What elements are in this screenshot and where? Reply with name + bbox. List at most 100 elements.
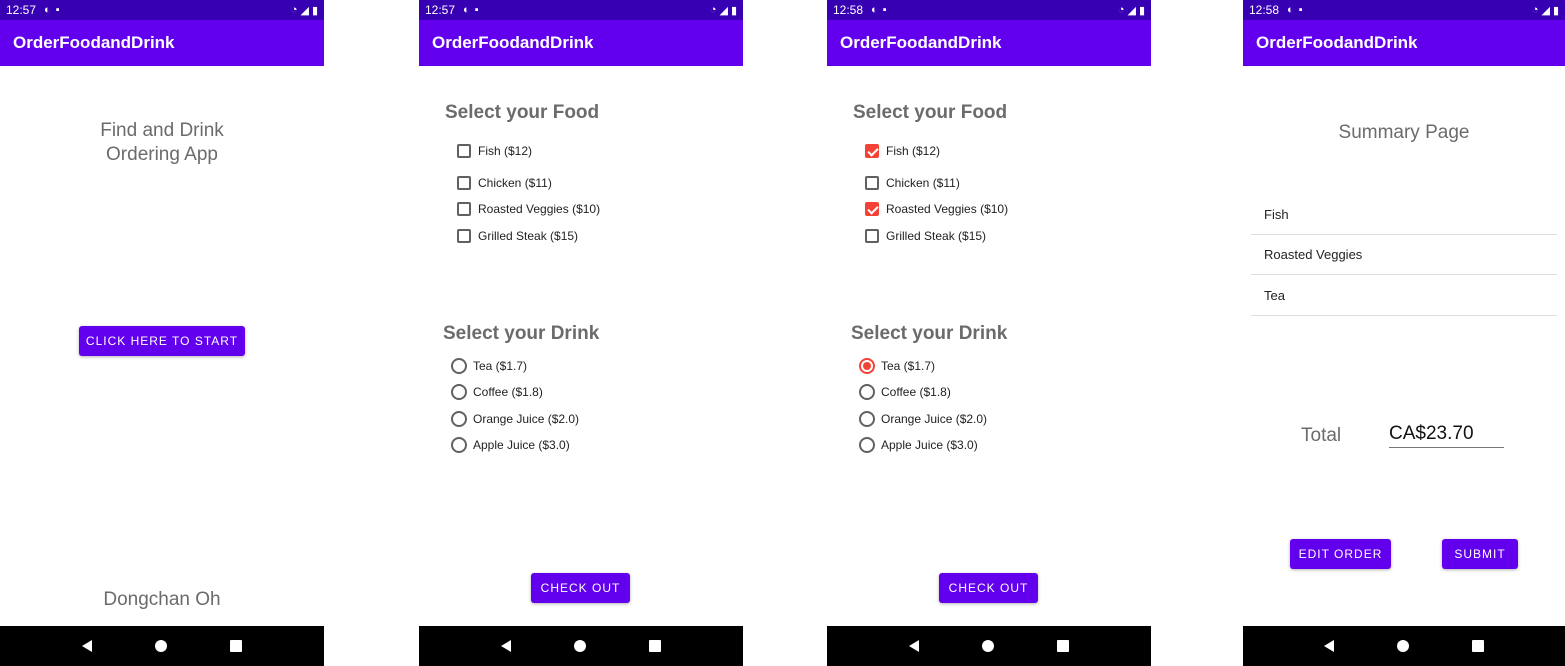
option-label: Orange Juice ($2.0)	[473, 412, 580, 426]
food-option-grilled-steak[interactable]: Grilled Steak ($15)	[865, 229, 986, 243]
total-label: Total	[1301, 425, 1342, 446]
drink-option-apple-juice[interactable]: Apple Juice ($3.0)	[451, 437, 570, 453]
list-item-label: Fish	[1264, 207, 1289, 222]
food-option-chicken[interactable]: Chicken ($11)	[457, 176, 552, 190]
recents-icon[interactable]	[230, 640, 243, 652]
back-icon[interactable]	[500, 640, 511, 652]
list-item-label: Tea	[1264, 288, 1285, 303]
app-bar: OrderFoodandDrink	[827, 20, 1151, 66]
option-label: Roasted Veggies ($10)	[886, 202, 1009, 216]
checkbox-checked[interactable]	[865, 144, 879, 158]
home-icon[interactable]	[981, 640, 994, 652]
drink-option-coffee[interactable]: Coffee ($1.8)	[451, 384, 543, 400]
food-option-roasted-veggies[interactable]: Roasted Veggies ($10)	[457, 202, 600, 216]
battery-icon: ▮	[1552, 4, 1559, 17]
status-time: 12:57	[6, 3, 37, 17]
radio-button[interactable]	[451, 437, 467, 453]
selection-screen-filled: 12:58 ◐ ▪ ◔ ◢ ▮ OrderFoodandDrink Select…	[827, 0, 1151, 666]
checkbox[interactable]	[457, 229, 471, 243]
app-bar: OrderFoodandDrink	[419, 20, 743, 66]
sd-card-icon: ▪	[1298, 4, 1303, 16]
option-label: Orange Juice ($2.0)	[881, 412, 988, 426]
signal-icon: ◢	[719, 4, 728, 17]
option-label: Tea ($1.7)	[473, 359, 528, 373]
list-item[interactable]: Fish	[1251, 195, 1557, 235]
submit-button[interactable]: SUBMIT	[1442, 539, 1518, 569]
option-label: Coffee ($1.8)	[473, 385, 543, 399]
drink-option-orange-juice[interactable]: Orange Juice ($2.0)	[859, 411, 987, 427]
food-option-grilled-steak[interactable]: Grilled Steak ($15)	[457, 229, 578, 243]
drink-option-tea[interactable]: Tea ($1.7)	[859, 358, 935, 374]
battery-icon: ▮	[311, 4, 318, 17]
option-label: Apple Juice ($3.0)	[881, 438, 978, 452]
food-option-fish[interactable]: Fish ($12)	[865, 144, 940, 158]
checkout-button[interactable]: CHECK OUT	[531, 573, 630, 603]
back-icon[interactable]	[81, 640, 92, 652]
app-bar: OrderFoodandDrink	[1243, 20, 1565, 66]
navigation-bar	[827, 626, 1151, 666]
status-time: 12:58	[833, 3, 864, 17]
app-title: OrderFoodandDrink	[1256, 33, 1418, 52]
checkbox[interactable]	[457, 202, 471, 216]
wifi-icon: ◔	[1531, 4, 1539, 16]
app-title: OrderFoodandDrink	[432, 33, 594, 52]
radio-button[interactable]	[859, 437, 875, 453]
signal-icon: ◢	[1541, 4, 1550, 17]
food-option-roasted-veggies[interactable]: Roasted Veggies ($10)	[865, 202, 1008, 216]
edit-order-button[interactable]: EDIT ORDER	[1290, 539, 1391, 569]
back-icon[interactable]	[908, 640, 919, 652]
list-item[interactable]: Roasted Veggies	[1251, 235, 1557, 275]
checkbox-checked[interactable]	[865, 202, 879, 216]
food-option-fish[interactable]: Fish ($12)	[457, 144, 532, 158]
battery-icon: ▮	[730, 4, 737, 17]
status-bar: 12:58 ◐ ▪ ◔ ◢ ▮	[827, 0, 1151, 20]
drink-option-apple-juice[interactable]: Apple Juice ($3.0)	[859, 437, 978, 453]
back-icon[interactable]	[1324, 640, 1335, 652]
status-bar: 12:57 ◐ ▪ ◔ ◢ ▮	[419, 0, 743, 20]
battery-icon: ▮	[1138, 4, 1145, 17]
drink-option-coffee[interactable]: Coffee ($1.8)	[859, 384, 951, 400]
wifi-icon: ◔	[709, 4, 717, 16]
recents-icon[interactable]	[1057, 640, 1070, 652]
home-icon[interactable]	[1396, 640, 1409, 652]
checkbox[interactable]	[865, 229, 879, 243]
option-label: Coffee ($1.8)	[881, 385, 951, 399]
drink-option-tea[interactable]: Tea ($1.7)	[451, 358, 527, 374]
checkbox[interactable]	[865, 176, 879, 190]
option-label: Fish ($12)	[478, 144, 533, 158]
radio-button[interactable]	[451, 384, 467, 400]
radio-button[interactable]	[859, 384, 875, 400]
radio-button-selected[interactable]	[859, 358, 875, 374]
app-heading: Find and Drink Ordering App	[100, 120, 224, 165]
checkbox[interactable]	[457, 144, 471, 158]
list-item[interactable]: Tea	[1251, 276, 1557, 316]
total-value: CA$23.70	[1389, 423, 1504, 448]
list-item-label: Roasted Veggies	[1264, 247, 1363, 262]
summary-heading: Summary Page	[1338, 122, 1470, 143]
home-icon[interactable]	[573, 640, 586, 652]
start-button[interactable]: CLICK HERE TO START	[79, 326, 245, 356]
status-time: 12:58	[1249, 3, 1280, 17]
radio-button[interactable]	[859, 411, 875, 427]
selection-screen: 12:57 ◐ ▪ ◔ ◢ ▮ OrderFoodandDrink Select…	[419, 0, 743, 666]
drink-option-orange-juice[interactable]: Orange Juice ($2.0)	[451, 411, 579, 427]
navigation-bar	[419, 626, 743, 666]
checkout-button[interactable]: CHECK OUT	[939, 573, 1038, 603]
home-icon[interactable]	[154, 640, 167, 652]
radio-button[interactable]	[451, 411, 467, 427]
app-title: OrderFoodandDrink	[13, 33, 175, 52]
navigation-bar	[0, 626, 324, 666]
status-time: 12:57	[425, 3, 456, 17]
drink-section-title: Select your Drink	[851, 323, 1008, 344]
recents-icon[interactable]	[1471, 640, 1484, 652]
option-label: Chicken ($11)	[478, 176, 552, 190]
app-bar: OrderFoodandDrink	[0, 20, 324, 66]
option-label: Roasted Veggies ($10)	[478, 202, 601, 216]
sync-icon: ◐	[463, 4, 470, 16]
wifi-icon: ◔	[290, 4, 298, 16]
status-bar: 12:58 ◐ ▪ ◔ ◢ ▮	[1243, 0, 1565, 20]
checkbox[interactable]	[457, 176, 471, 190]
recents-icon[interactable]	[649, 640, 662, 652]
radio-button[interactable]	[451, 358, 467, 374]
food-option-chicken[interactable]: Chicken ($11)	[865, 176, 960, 190]
